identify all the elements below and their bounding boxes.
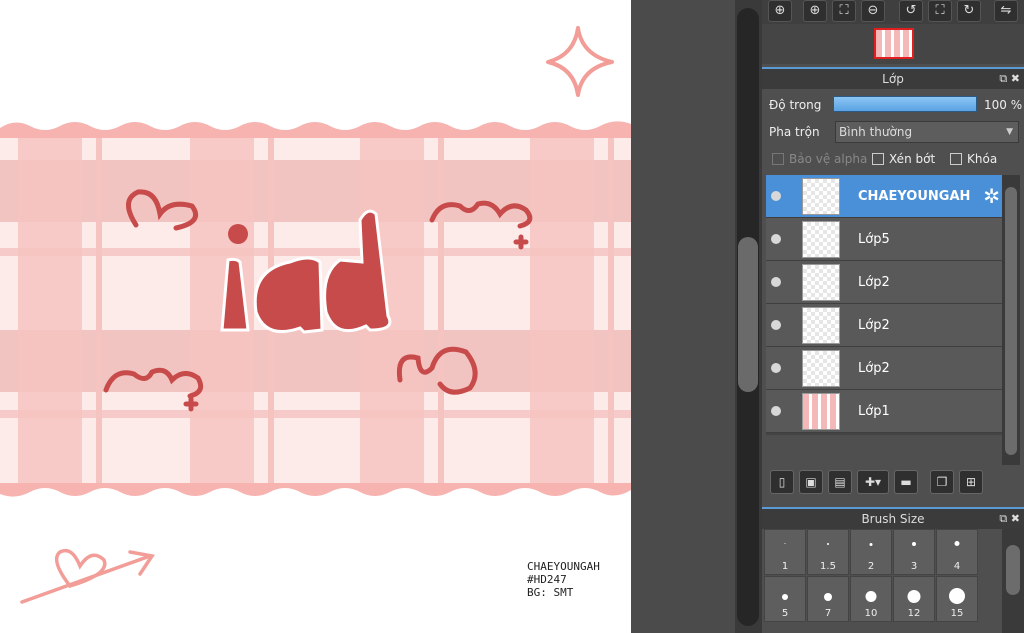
layer-thumbnail xyxy=(802,221,840,258)
zoom-to-fit-icon[interactable]: ⊕ xyxy=(768,0,792,22)
visibility-icon[interactable] xyxy=(771,406,781,416)
panel-controls: ⧉ ✖ xyxy=(999,509,1020,529)
brush-size-option[interactable]: 15 xyxy=(936,576,978,622)
reset-icon[interactable]: ⛶ xyxy=(928,0,952,22)
brush-size-option[interactable]: 1.5 xyxy=(807,529,849,575)
layer-row[interactable]: CHAEYOUNGAH ✲ xyxy=(766,175,1002,218)
layer-thumbnail xyxy=(802,350,840,387)
brush-size-option[interactable]: 7 xyxy=(807,576,849,622)
layer-thumbnail xyxy=(802,264,840,301)
layer-name: Lớp1 xyxy=(858,404,890,419)
heart-arrow-icon xyxy=(20,548,155,604)
caption-line-3: BG: SMT xyxy=(527,586,574,599)
brush-size-option[interactable]: 12 xyxy=(893,576,935,622)
popout-icon[interactable]: ⧉ xyxy=(999,512,1007,525)
brush-size-option[interactable]: 1 xyxy=(764,529,806,575)
layer-name: CHAEYOUNGAH xyxy=(858,189,971,204)
flip-icon[interactable]: ⇋ xyxy=(994,0,1018,22)
drawing-canvas[interactable]: CHAEYOUNGAH #HD247 BG: SMT xyxy=(0,0,631,633)
layer-row[interactable]: Lớp2 xyxy=(766,261,1002,304)
layers-panel-header: Lớp ⧉ ✖ xyxy=(762,67,1024,89)
navigator-toolbar: ⊕ ⊕ ⛶ ⊖ ↺ ⛶ ↻ ⇋ xyxy=(762,0,1024,24)
close-icon[interactable]: ✖ xyxy=(1011,72,1020,85)
scrollbar-thumb[interactable] xyxy=(1006,545,1020,595)
caption-line-2: #HD247 xyxy=(527,573,567,586)
visibility-icon[interactable] xyxy=(771,234,781,244)
gear-icon[interactable]: ✲ xyxy=(983,184,1000,208)
chevron-down-icon: ▼ xyxy=(1006,127,1013,137)
zoom-out-icon[interactable]: ⊖ xyxy=(861,0,885,22)
workspace-background xyxy=(631,0,735,633)
right-panel: ⊕ ⊕ ⛶ ⊖ ↺ ⛶ ↻ ⇋ Lớp ⧉ ✖ Độ trong 100 % P… xyxy=(762,0,1024,633)
layer-thumbnail xyxy=(802,178,840,215)
app-window: CHAEYOUNGAH #HD247 BG: SMT ⊕ ⊕ ⛶ ⊖ ↺ ⛶ ↻… xyxy=(0,0,1024,633)
brush-size-option[interactable]: 10 xyxy=(850,576,892,622)
layers-panel-title: Lớp xyxy=(882,72,904,86)
lock-label: Khóa xyxy=(967,152,998,166)
layer-toolbar: ▯ ▣ ▤ ✚▾ ▬ ❐ ⊞ xyxy=(762,465,1024,497)
protect-alpha-checkbox[interactable] xyxy=(772,153,784,165)
close-icon[interactable]: ✖ xyxy=(1011,512,1020,525)
layer-name: Lớp5 xyxy=(858,232,890,247)
brush-size-option[interactable]: 2 xyxy=(850,529,892,575)
new-halftone-layer-icon[interactable]: ▤ xyxy=(828,470,852,494)
layer-thumbnail xyxy=(802,307,840,344)
panel-controls: ⧉ ✖ xyxy=(999,69,1020,89)
opacity-label: Độ trong xyxy=(769,98,822,112)
sparkle-icon xyxy=(546,26,614,97)
blend-mode-value: Bình thường xyxy=(839,125,913,139)
folder-icon[interactable]: ▬ xyxy=(894,470,918,494)
layer-row[interactable]: Lớp5 xyxy=(766,218,1002,261)
navigator-preview[interactable] xyxy=(762,24,1024,64)
fit-screen-icon[interactable]: ⛶ xyxy=(832,0,856,22)
navigator-thumbnail[interactable] xyxy=(874,28,914,59)
visibility-icon[interactable] xyxy=(771,191,781,201)
brush-size-panel-title: Brush Size xyxy=(861,512,925,526)
layer-name: Lớp2 xyxy=(858,361,890,376)
canvas-vertical-scrollbar[interactable] xyxy=(735,0,762,633)
duplicate-layer-icon[interactable]: ❐ xyxy=(930,470,954,494)
clipping-checkbox[interactable] xyxy=(872,153,884,165)
popout-icon[interactable]: ⧉ xyxy=(999,72,1007,85)
layer-row[interactable]: Lớp2 xyxy=(766,347,1002,390)
brush-grid-scrollbar[interactable] xyxy=(1002,529,1024,633)
brush-size-panel-header: Brush Size ⧉ ✖ xyxy=(762,507,1024,529)
rotate-right-icon[interactable]: ↻ xyxy=(957,0,981,22)
scrollbar-thumb[interactable] xyxy=(1005,187,1017,455)
new-layer-icon[interactable]: ▯ xyxy=(770,470,794,494)
layer-name: Lớp2 xyxy=(858,275,890,290)
brush-size-option[interactable]: 4 xyxy=(936,529,978,575)
layer-row[interactable]: Lớp2 xyxy=(766,304,1002,347)
layer-thumbnail xyxy=(802,393,840,430)
layer-list: CHAEYOUNGAH ✲ Lớp5 Lớp2 Lớp2 Lớp2 Lớp1 xyxy=(766,175,1002,435)
brush-size-option[interactable]: 3 xyxy=(893,529,935,575)
blend-mode-select[interactable]: Bình thường ▼ xyxy=(835,121,1019,143)
opacity-value: 100 % xyxy=(984,98,1023,112)
opacity-slider[interactable] xyxy=(833,96,977,112)
brush-size-grid: 1 1.5 2 3 4 5 7 10 12 15 xyxy=(762,529,1002,633)
blend-label: Pha trộn xyxy=(769,125,820,139)
layer-list-scrollbar[interactable] xyxy=(1002,175,1020,467)
visibility-icon[interactable] xyxy=(771,320,781,330)
add-layer-dropdown-icon[interactable]: ✚▾ xyxy=(857,470,889,494)
caption-line-1: CHAEYOUNGAH xyxy=(527,560,600,573)
layer-row[interactable]: Lớp1 xyxy=(766,390,1002,433)
merge-layer-icon[interactable]: ⊞ xyxy=(959,470,983,494)
visibility-icon[interactable] xyxy=(771,277,781,287)
rotate-left-icon[interactable]: ↺ xyxy=(899,0,923,22)
visibility-icon[interactable] xyxy=(771,363,781,373)
new-raster-layer-icon[interactable]: ▣ xyxy=(799,470,823,494)
zoom-in-icon[interactable]: ⊕ xyxy=(803,0,827,22)
artwork xyxy=(0,26,631,604)
brush-size-option[interactable]: 5 xyxy=(764,576,806,622)
clipping-label: Xén bớt xyxy=(889,152,936,166)
scrollbar-thumb[interactable] xyxy=(738,237,758,392)
layer-name: Lớp2 xyxy=(858,318,890,333)
protect-alpha-label: Bảo vệ alpha xyxy=(789,152,868,166)
lock-checkbox[interactable] xyxy=(950,153,962,165)
